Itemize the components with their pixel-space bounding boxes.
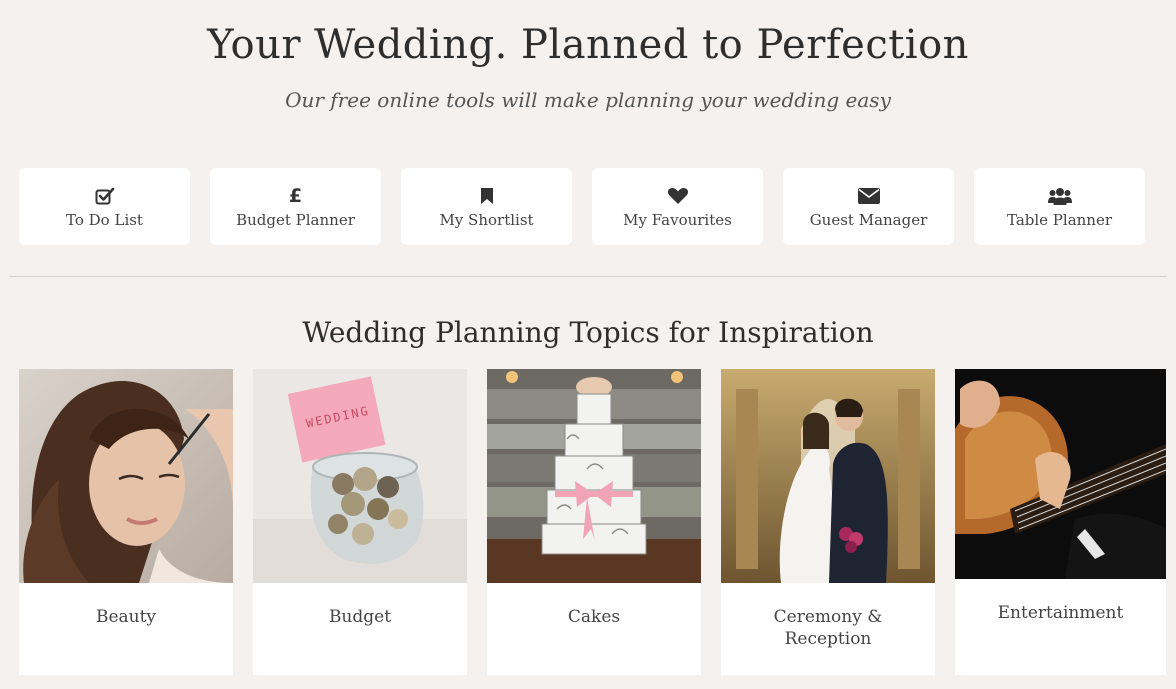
topic-label: Beauty [95,607,157,627]
tool-budget-planner[interactable]: £ Budget Planner [210,168,381,245]
tool-label: To Do List [66,210,143,229]
tool-my-shortlist[interactable]: My Shortlist [401,168,572,245]
topics-section-title: Wedding Planning Topics for Inspiration [302,316,874,349]
topic-label: Entertainment [997,603,1124,623]
topic-card-entertainment[interactable]: Entertainment [955,369,1166,675]
budget-image: WEDDING [253,369,467,583]
tool-label: My Shortlist [439,210,534,229]
topic-card-budget[interactable]: WEDDING Budget [253,369,467,675]
entertainment-image [955,369,1166,579]
topic-label: Cakes [567,607,621,627]
users-icon [1047,185,1072,207]
page-title: Your Wedding. Planned to Perfection [207,22,969,68]
tool-to-do-list[interactable]: To Do List [19,168,190,245]
bookmark-icon [480,185,494,207]
topic-card-cakes[interactable]: Cakes [487,369,701,675]
tool-label: Budget Planner [236,210,355,229]
heart-icon [667,185,689,207]
tool-table-planner[interactable]: Table Planner [974,168,1145,245]
tools-bar: To Do List £ Budget Planner My Shortlist… [19,168,1145,245]
envelope-icon [857,185,880,207]
cakes-image [487,369,701,583]
tool-label: Table Planner [1006,210,1113,229]
pound-icon: £ [288,184,303,207]
topic-label: Budget [328,607,392,627]
checkbox-icon [95,185,115,207]
tool-label: Guest Manager [809,210,928,229]
tool-guest-manager[interactable]: Guest Manager [783,168,954,245]
tool-label: My Favourites [623,210,732,229]
topic-label-line1: Ceremony & [773,607,883,627]
topic-label-line2: Reception [784,629,872,649]
beauty-image [19,369,233,583]
tool-my-favourites[interactable]: My Favourites [592,168,763,245]
section-divider [9,276,1167,277]
ceremony-image [721,369,935,583]
page-subtitle: Our free online tools will make planning… [285,88,891,112]
topic-card-ceremony-reception[interactable]: Ceremony & Reception [721,369,935,675]
topic-card-beauty[interactable]: Beauty [19,369,233,675]
